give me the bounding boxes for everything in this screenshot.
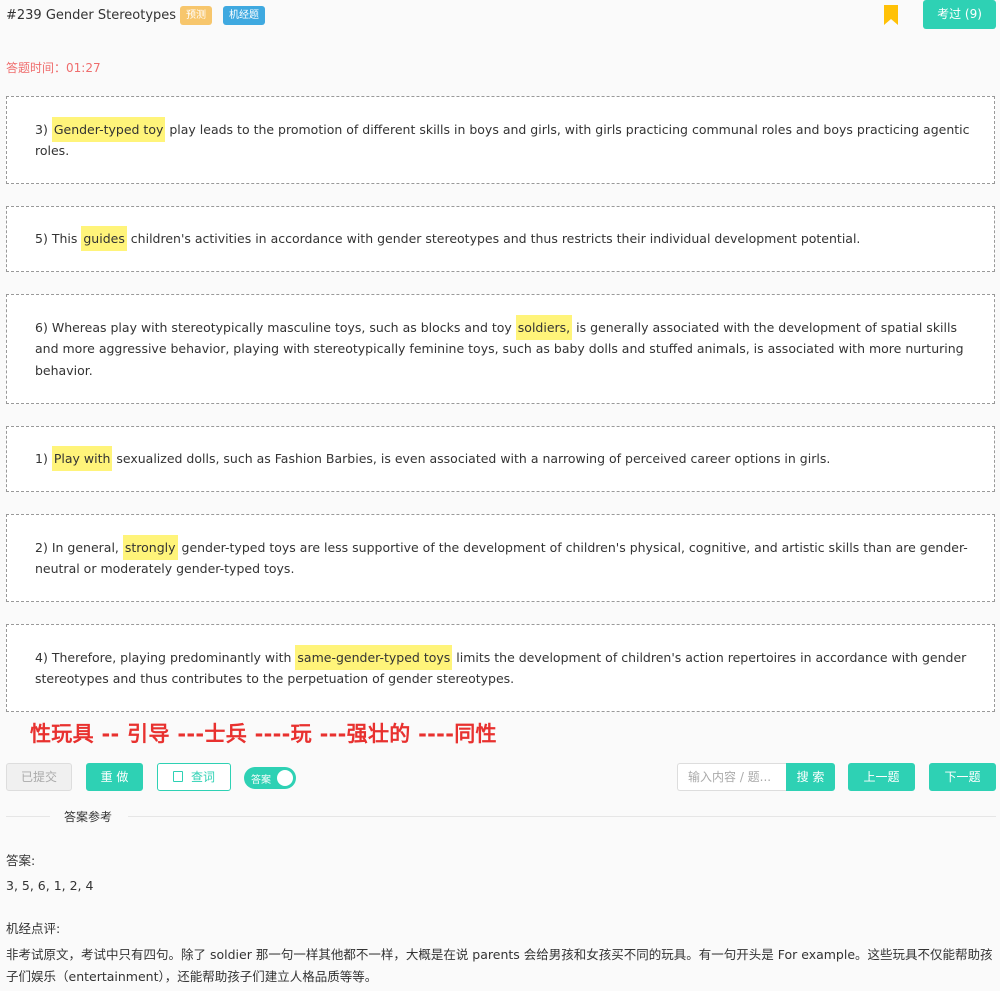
sentence-text-before: Whereas play with stereotypically mascul…	[51, 319, 516, 335]
user-note: 性玩具 -- 引导 ---士兵 ----玩 ---强壮的 ----同性	[30, 722, 497, 746]
highlighted-keyword: strongly	[122, 534, 178, 560]
sentence-card[interactable]: 2) In general, strongly gender-typed toy…	[6, 514, 995, 602]
divider-line	[6, 816, 50, 817]
search-input[interactable]	[677, 763, 787, 791]
divider-line	[128, 816, 996, 817]
sentence-text-before: Therefore, playing predominantly with	[51, 649, 296, 665]
sentence-text-before: This	[51, 231, 82, 247]
sentence-card[interactable]: 4) Therefore, playing predominantly with…	[6, 624, 995, 712]
lookup-word-label: 查词	[190, 770, 215, 784]
highlighted-keyword: soldiers,	[515, 314, 573, 340]
predict-badge: 预测	[180, 6, 212, 25]
sentence-number: 5)	[35, 231, 48, 247]
question-header: #239 Gender Stereotypes 预测 机经题 考过 (9)	[0, 0, 1000, 34]
sentence-text-before: In general,	[51, 539, 123, 555]
sentence-text-after: sexualized dolls, such as Fashion Barbie…	[112, 451, 831, 467]
next-question-button[interactable]: 下一题	[929, 763, 996, 791]
answer-timer: 答题时间：01:27	[6, 61, 101, 75]
sentence-card[interactable]: 6) Whereas play with stereotypically mas…	[6, 294, 995, 404]
sentence-number: 1)	[35, 451, 48, 467]
answer-label: 答案:	[6, 853, 36, 868]
dictionary-icon	[172, 771, 183, 782]
highlighted-keyword: Gender-typed toy	[51, 116, 166, 142]
sentence-card[interactable]: 3) Gender-typed toy play leads to the pr…	[6, 96, 995, 184]
question-title: #239 Gender Stereotypes	[6, 8, 177, 23]
toggle-knob	[277, 770, 293, 786]
sentence-card[interactable]: 1) Play with sexualized dolls, such as F…	[6, 426, 995, 492]
redo-button[interactable]: 重 做	[86, 763, 143, 791]
highlighted-keyword: Play with	[51, 446, 113, 472]
bookmark-icon[interactable]	[884, 5, 898, 25]
answer-toggle-label: 答案	[251, 775, 271, 786]
jijing-badge: 机经题	[223, 6, 265, 25]
answer-value: 3, 5, 6, 1, 2, 4	[6, 878, 94, 893]
comment-label: 机经点评:	[6, 921, 61, 936]
sentence-card[interactable]: 5) This guides children's activities in …	[6, 206, 995, 272]
sentence-number: 6)	[35, 319, 48, 335]
highlighted-keyword: same-gender-typed toys	[295, 644, 453, 670]
highlighted-keyword: guides	[81, 226, 127, 252]
sentence-text-after: play leads to the promotion of different…	[35, 121, 970, 159]
previous-question-button[interactable]: 上一题	[848, 763, 915, 791]
pass-count-button[interactable]: 考过 (9)	[923, 0, 996, 29]
sentence-number: 2)	[35, 539, 48, 555]
submitted-button[interactable]: 已提交	[6, 763, 72, 791]
search-button[interactable]: 搜 索	[786, 763, 835, 791]
sentence-text-after: children's activities in accordance with…	[126, 231, 861, 247]
lookup-word-button[interactable]: 查词	[157, 763, 231, 791]
sentence-number: 3)	[35, 121, 48, 137]
sentence-number: 4)	[35, 649, 48, 665]
answer-toggle[interactable]: 答案	[244, 767, 296, 789]
answer-reference-heading: 答案参考	[60, 808, 117, 825]
comment-text: 非考试原文，考试中只有四句。除了 soldier 那一句一样其他都不一样，大概是…	[6, 947, 993, 984]
